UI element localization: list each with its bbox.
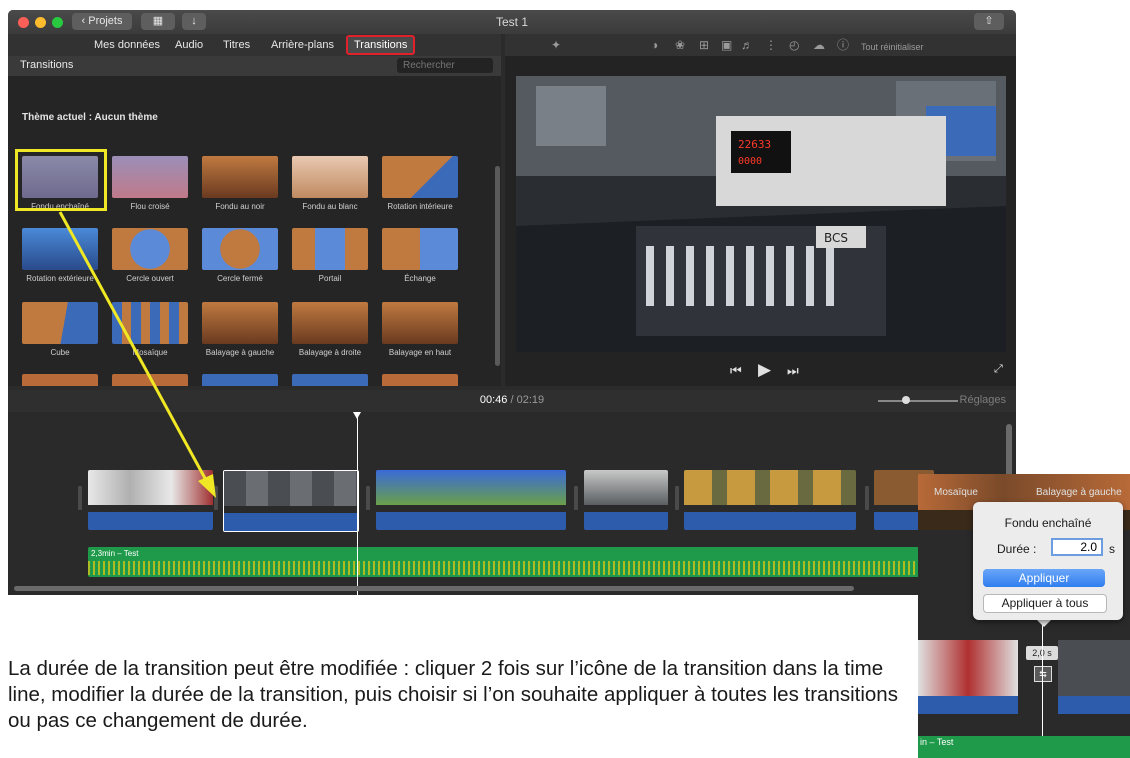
duration-label: Durée : — [997, 542, 1037, 556]
inset-label-balayage-gauche: Balayage à gauche — [1036, 487, 1122, 498]
popover-arrow — [1036, 619, 1052, 627]
inset-label-mosaique: Mosaïque — [934, 487, 978, 498]
inset-clip[interactable] — [918, 640, 1018, 696]
duration-unit: s — [1109, 542, 1115, 556]
inset-clip-band — [918, 696, 1018, 714]
inset-audio-track: in – Test — [918, 736, 1130, 758]
apply-all-button[interactable]: Appliquer à tous — [983, 594, 1107, 613]
inset-clip-band — [1058, 696, 1130, 714]
popover-title: Fondu enchaîné — [1004, 516, 1092, 530]
apply-label: Appliquer — [1018, 571, 1070, 585]
transition-popover: Fondu enchaîné Durée : s Appliquer Appli… — [973, 502, 1123, 620]
transition-icon[interactable]: ⇆ — [1034, 666, 1052, 682]
apply-button[interactable]: Appliquer — [983, 569, 1105, 587]
apply-all-label: Appliquer à tous — [1001, 596, 1089, 610]
inset-clip[interactable] — [1058, 640, 1130, 696]
duration-field[interactable] — [1051, 538, 1103, 556]
caption-text: La durée de la transition peut être modi… — [8, 657, 898, 732]
inset-audio-label: in – Test — [920, 737, 954, 747]
